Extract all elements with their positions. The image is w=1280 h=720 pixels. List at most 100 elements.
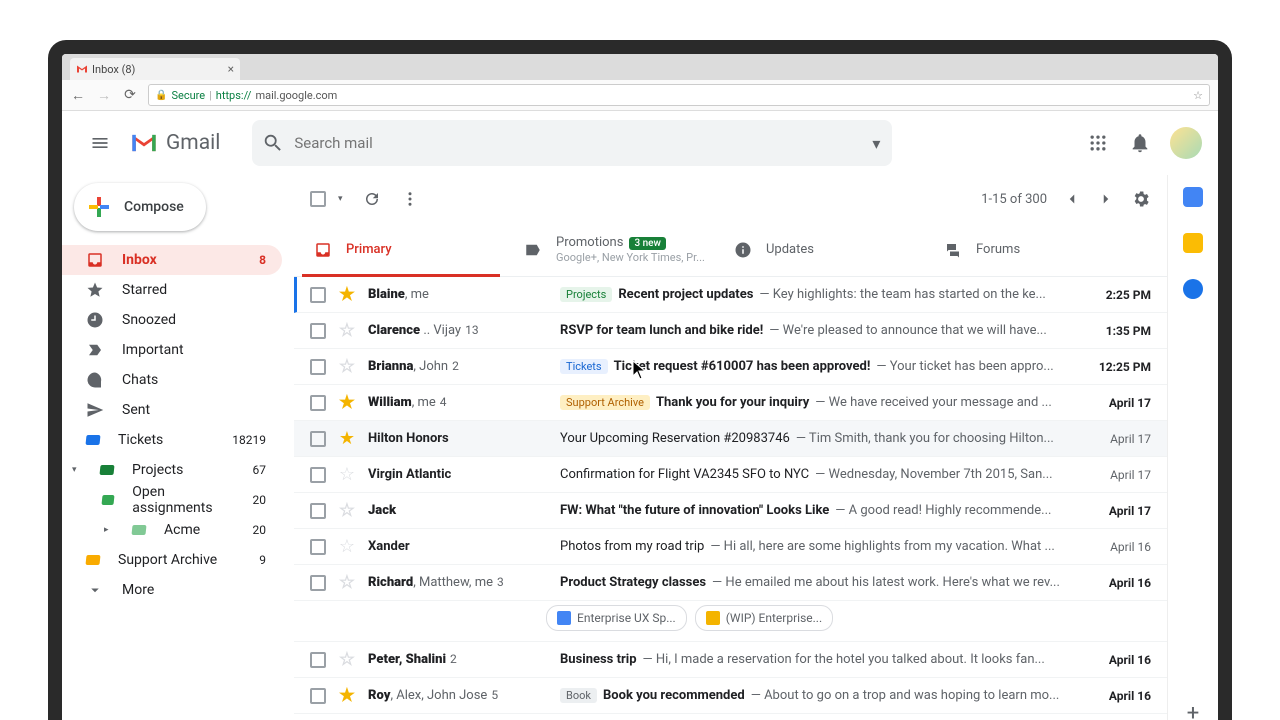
inbox-icon [86, 251, 104, 269]
settings-gear-icon[interactable] [1131, 189, 1151, 209]
email-row[interactable]: ★ Roy, Alex, John Jose5 BookBook you rec… [294, 678, 1167, 714]
back-button[interactable]: ← [70, 87, 86, 104]
star-icon[interactable]: ☆ [338, 649, 356, 670]
sidebar-item-projects[interactable]: ▾Projects67 [62, 455, 282, 485]
tab-forums[interactable]: Forums [932, 223, 1142, 276]
email-row[interactable]: ★ Blaine, me ProjectsRecent project upda… [294, 277, 1167, 313]
important-icon [86, 341, 104, 359]
email-label: Support Archive [560, 395, 650, 410]
email-row[interactable]: ☆ Jack FW: What "the future of innovatio… [294, 493, 1167, 529]
keep-addon-icon[interactable] [1183, 233, 1203, 253]
email-sender: Virgin Atlantic [368, 467, 548, 482]
star-icon[interactable]: ★ [338, 392, 356, 413]
tasks-addon-icon[interactable] [1183, 279, 1203, 299]
send-icon [86, 401, 104, 419]
omnibox[interactable]: 🔒 Secure | https://mail.google.com ☆ [148, 84, 1210, 106]
star-icon[interactable]: ☆ [338, 320, 356, 341]
sidebar-item-support-archive[interactable]: Support Archive9 [62, 545, 282, 575]
sidebar-item-inbox[interactable]: Inbox8 [62, 245, 282, 275]
search-box[interactable]: ▾ [252, 120, 892, 166]
email-row[interactable]: ★ Hilton Honors Your Upcoming Reservatio… [294, 421, 1167, 457]
row-checkbox[interactable] [310, 359, 326, 375]
email-row[interactable]: ☆ Clarence .. Vijay13 RSVP for team lunc… [294, 313, 1167, 349]
sidebar-item-important[interactable]: Important [62, 335, 282, 365]
row-checkbox[interactable] [310, 503, 326, 519]
row-checkbox[interactable] [310, 539, 326, 555]
tab-primary[interactable]: Primary [302, 223, 512, 276]
sidebar-item-acme[interactable]: ▸Acme20 [62, 515, 282, 545]
star-icon[interactable]: ★ [338, 685, 356, 706]
gmail-favicon [76, 63, 88, 75]
refresh-button[interactable] [363, 190, 381, 208]
apps-grid-icon[interactable] [1086, 131, 1110, 155]
row-checkbox[interactable] [310, 431, 326, 447]
sidebar-item-snoozed[interactable]: Snoozed [62, 305, 282, 335]
sidebar-item-tickets[interactable]: Tickets18219 [62, 425, 282, 455]
bookmark-star-icon[interactable]: ☆ [1193, 89, 1203, 102]
sidebar-item-sent[interactable]: Sent [62, 395, 282, 425]
row-checkbox[interactable] [310, 575, 326, 591]
search-input[interactable] [284, 134, 882, 152]
star-icon[interactable]: ★ [338, 428, 356, 449]
star-icon[interactable]: ☆ [338, 356, 356, 377]
email-snippet: — Hi all, here are some highlights from … [710, 539, 1054, 554]
gmail-logo-icon [130, 132, 158, 154]
attachment-chip[interactable]: Enterprise UX Sp... [546, 605, 687, 631]
search-options-icon[interactable]: ▾ [872, 134, 880, 153]
email-row[interactable]: ☆ Peter, Shalini2 Business trip — Hi, I … [294, 642, 1167, 678]
sidebar-item-count: 20 [253, 493, 267, 507]
email-snippet: — We're pleased to announce that we will… [769, 323, 1047, 338]
notifications-icon[interactable] [1128, 131, 1152, 155]
forward-button[interactable]: → [96, 87, 112, 104]
email-date: April 16 [1085, 689, 1151, 703]
email-date: April 16 [1085, 540, 1151, 554]
row-checkbox[interactable] [310, 467, 326, 483]
attachment-chip[interactable]: (WIP) Enterprise... [695, 605, 833, 631]
email-row[interactable]: ☆ Virgin Atlantic Confirmation for Fligh… [294, 457, 1167, 493]
compose-button[interactable]: Compose [74, 183, 206, 231]
row-checkbox[interactable] [310, 323, 326, 339]
email-subject: Confirmation for Flight VA2345 SFO to NY… [560, 467, 809, 482]
sidebar-item-starred[interactable]: Starred [62, 275, 282, 305]
sidebar-item-open-assignments[interactable]: Open assignments20 [62, 485, 282, 515]
browser-tab[interactable]: Inbox (8) × [70, 58, 240, 80]
calendar-addon-icon[interactable] [1183, 187, 1203, 207]
email-snippet: — Wednesday, November 7th 2015, San... [815, 467, 1052, 482]
email-row[interactable]: ★ William, me4 Support ArchiveThank you … [294, 385, 1167, 421]
more-actions-icon[interactable] [401, 190, 419, 208]
row-checkbox[interactable] [310, 395, 326, 411]
sidebar-item-chats[interactable]: Chats [62, 365, 282, 395]
main-panel: ▾ 1-15 of 300 PrimaryPromotions3 newGoog… [294, 175, 1168, 720]
account-avatar[interactable] [1170, 127, 1202, 159]
prev-page-button[interactable] [1063, 190, 1081, 208]
email-row[interactable]: ☆ Richard, Matthew, me3 Product Strategy… [294, 565, 1167, 601]
row-checkbox[interactable] [310, 688, 326, 704]
email-row[interactable]: ☆ Xander Photos from my road trip — Hi a… [294, 529, 1167, 565]
row-checkbox[interactable] [310, 652, 326, 668]
main-menu-button[interactable] [78, 121, 122, 165]
clock-icon [86, 311, 104, 329]
close-tab-icon[interactable]: × [228, 62, 234, 76]
tab-promotions[interactable]: Promotions3 newGoogle+, New York Times, … [512, 223, 722, 276]
star-icon[interactable]: ☆ [338, 536, 356, 557]
next-page-button[interactable] [1097, 190, 1115, 208]
sidebar-item-more[interactable]: More [62, 575, 282, 605]
tab-updates[interactable]: Updates [722, 223, 932, 276]
select-all-dropdown-icon[interactable]: ▾ [338, 194, 343, 204]
star-icon[interactable]: ☆ [338, 464, 356, 485]
email-subject: Photos from my road trip [560, 539, 704, 554]
add-addon-icon[interactable]: + [1183, 701, 1203, 720]
gmail-logo[interactable]: Gmail [130, 131, 220, 155]
email-snippet: — We have received your message and ... [815, 395, 1052, 410]
email-label: Book [560, 688, 597, 703]
row-checkbox[interactable] [310, 287, 326, 303]
email-list: ★ Blaine, me ProjectsRecent project upda… [294, 277, 1167, 720]
email-row[interactable]: ☆ Brianna, John2 TicketsTicket request #… [294, 349, 1167, 385]
select-all-checkbox[interactable] [310, 191, 326, 207]
product-name: Gmail [166, 131, 220, 155]
tab-badge: 3 new [629, 237, 666, 250]
reload-button[interactable]: ⟳ [122, 87, 138, 103]
star-icon[interactable]: ★ [338, 284, 356, 305]
star-icon[interactable]: ☆ [338, 572, 356, 593]
star-icon[interactable]: ☆ [338, 500, 356, 521]
